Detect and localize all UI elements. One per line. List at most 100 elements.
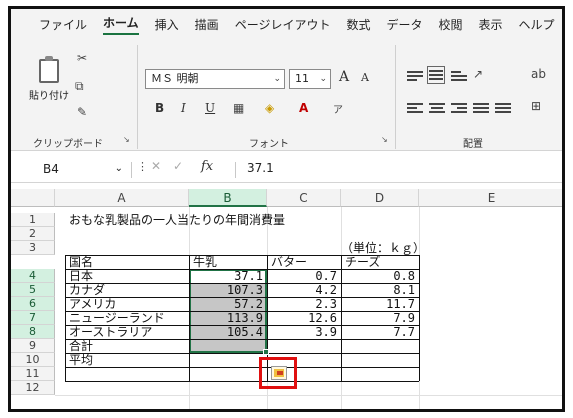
- row-header[interactable]: 12: [11, 381, 55, 395]
- milk-cell[interactable]: 105.4: [191, 325, 267, 339]
- header-cell[interactable]: 牛乳: [193, 255, 217, 269]
- borders-icon[interactable]: ▦: [233, 101, 244, 115]
- merge-cells-icon[interactable]: ⊞: [531, 99, 541, 113]
- font-color-icon[interactable]: A: [299, 101, 308, 115]
- row-header[interactable]: 6: [11, 297, 55, 311]
- milk-cell[interactable]: 37.1: [191, 269, 267, 283]
- tab-draw[interactable]: 描画: [195, 16, 219, 33]
- row-header[interactable]: 4: [11, 269, 55, 283]
- row-header[interactable]: 11: [11, 367, 55, 381]
- row-header[interactable]: 1: [11, 213, 55, 227]
- table-border: [189, 255, 190, 381]
- clipboard-dialog-launcher-icon[interactable]: ↘: [123, 135, 130, 144]
- italic-button[interactable]: I: [181, 101, 186, 115]
- underline-button[interactable]: U: [205, 101, 215, 115]
- enter-icon[interactable]: ✓: [173, 159, 183, 173]
- align-middle-icon[interactable]: [427, 66, 445, 84]
- butter-cell[interactable]: 4.2: [267, 283, 341, 297]
- column-header-d[interactable]: D: [341, 189, 419, 207]
- column-header-a[interactable]: A: [55, 189, 189, 207]
- font-size-value: 11: [295, 72, 309, 85]
- align-center-icon[interactable]: [429, 101, 445, 115]
- header-cell[interactable]: バター: [271, 255, 307, 269]
- cheese-cell[interactable]: 11.7: [341, 297, 419, 311]
- header-cell[interactable]: 国名: [69, 255, 93, 269]
- row-header[interactable]: 3: [11, 241, 55, 255]
- worksheet-grid[interactable]: A B C D E 1 2 3 4 5 6 7 8 9 10 11 12 おもな…: [11, 189, 562, 409]
- cheese-cell[interactable]: 8.1: [341, 283, 419, 297]
- tab-home[interactable]: ホーム: [103, 14, 139, 35]
- cheese-cell[interactable]: 7.9: [341, 311, 419, 325]
- butter-cell[interactable]: 3.9: [267, 325, 341, 339]
- cheese-cell[interactable]: 7.7: [341, 325, 419, 339]
- milk-cell[interactable]: 57.2: [191, 297, 267, 311]
- insert-function-button[interactable]: fx: [201, 159, 213, 174]
- cut-icon[interactable]: ✂: [77, 51, 87, 65]
- row-header[interactable]: 10: [11, 353, 55, 367]
- unit-cell[interactable]: （単位：ｋｇ）: [341, 241, 425, 255]
- header-cell[interactable]: チーズ: [345, 255, 380, 269]
- font-dialog-launcher-icon[interactable]: ↘: [381, 135, 388, 144]
- cheese-cell[interactable]: 0.8: [341, 269, 419, 283]
- milk-cell[interactable]: 107.3: [191, 283, 267, 297]
- formula-input[interactable]: 37.1: [247, 161, 274, 175]
- total-label-cell[interactable]: 合計: [69, 339, 93, 353]
- tab-page-layout[interactable]: ページレイアウト: [235, 16, 331, 33]
- tab-review[interactable]: 校閲: [438, 16, 462, 33]
- align-bottom-icon[interactable]: [451, 69, 467, 83]
- menu-bar: ファイル ホーム 挿入 描画 ページレイアウト 数式 データ 校閲 表示 ヘルプ: [11, 9, 562, 39]
- phonetic-icon[interactable]: ア: [333, 101, 343, 116]
- divider: [131, 162, 132, 178]
- row-header[interactable]: 5: [11, 283, 55, 297]
- shrink-font-button[interactable]: A: [361, 71, 369, 84]
- clipboard-icon: [39, 56, 59, 83]
- column-header-b[interactable]: B: [189, 189, 267, 207]
- country-cell[interactable]: オーストラリア: [69, 325, 152, 339]
- orientation-icon[interactable]: ↗: [473, 67, 483, 81]
- increase-indent-icon[interactable]: [495, 101, 511, 115]
- font-name-select[interactable]: ＭＳ 明朝 ⌄: [145, 69, 285, 89]
- butter-cell[interactable]: 12.6: [267, 311, 341, 325]
- tab-view[interactable]: 表示: [479, 16, 503, 33]
- decrease-indent-icon[interactable]: [473, 101, 489, 115]
- row-header[interactable]: 9: [11, 339, 55, 353]
- bold-button[interactable]: B: [155, 101, 164, 115]
- row-header[interactable]: 7: [11, 311, 55, 325]
- select-all-corner[interactable]: [11, 189, 55, 207]
- gridline: [55, 395, 562, 396]
- grow-font-button[interactable]: A: [339, 69, 349, 85]
- tab-insert[interactable]: 挿入: [155, 16, 179, 33]
- chevron-down-icon: ⌄: [114, 163, 123, 174]
- align-left-icon[interactable]: [407, 101, 423, 115]
- fill-handle[interactable]: [263, 349, 269, 355]
- align-top-icon[interactable]: [407, 69, 423, 83]
- name-box[interactable]: B4 ⌄: [39, 159, 127, 179]
- sheet-title-cell[interactable]: おもな乳製品の一人当たりの年間消費量: [69, 213, 285, 227]
- row-header[interactable]: 8: [11, 325, 55, 339]
- butter-cell[interactable]: 2.3: [267, 297, 341, 311]
- tab-formulas[interactable]: 数式: [346, 16, 370, 33]
- align-right-icon[interactable]: [451, 101, 467, 115]
- paste-button[interactable]: 貼り付け: [29, 56, 69, 113]
- cancel-icon[interactable]: ✕: [151, 159, 161, 173]
- font-size-select[interactable]: 11 ⌄: [289, 69, 331, 89]
- wrap-text-icon[interactable]: ab: [531, 67, 546, 81]
- name-box-value: B4: [43, 162, 59, 176]
- tab-help[interactable]: ヘルプ: [519, 16, 555, 33]
- milk-cell[interactable]: 113.9: [191, 311, 267, 325]
- country-cell[interactable]: アメリカ: [69, 297, 116, 311]
- copy-icon[interactable]: ⧉: [75, 79, 84, 94]
- butter-cell[interactable]: 0.7: [267, 269, 341, 283]
- column-header-e[interactable]: E: [419, 189, 562, 207]
- fill-color-icon[interactable]: ◈: [265, 101, 274, 115]
- country-cell[interactable]: 日本: [69, 269, 93, 283]
- row-header[interactable]: 2: [11, 227, 55, 241]
- tab-file[interactable]: ファイル: [39, 16, 87, 33]
- country-cell[interactable]: カナダ: [69, 283, 105, 297]
- format-painter-icon[interactable]: ✎: [77, 105, 87, 119]
- tab-data[interactable]: データ: [386, 16, 422, 33]
- country-cell[interactable]: ニュージーランド: [69, 311, 165, 325]
- quick-analysis-icon[interactable]: [271, 366, 287, 380]
- column-header-c[interactable]: C: [267, 189, 341, 207]
- average-label-cell[interactable]: 平均: [69, 353, 93, 367]
